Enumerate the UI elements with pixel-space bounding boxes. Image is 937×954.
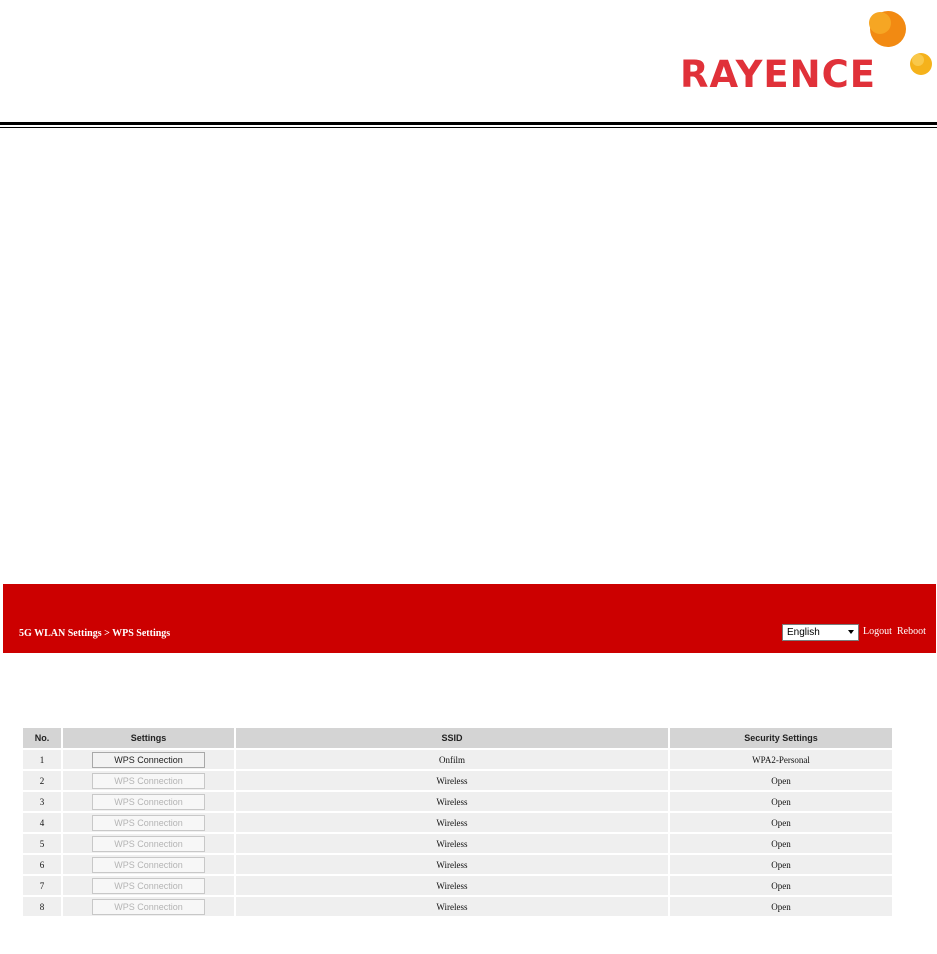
row-settings-cell: WPS Connection [63,876,234,895]
row-number: 3 [23,792,61,811]
table-row: 5 WPS Connection Wireless Open [23,834,892,853]
table-row: 2 WPS Connection Wireless Open [23,771,892,790]
row-security: Open [670,792,892,811]
column-header-ssid: SSID [236,728,668,748]
row-security: WPA2-Personal [670,750,892,769]
row-security: Open [670,771,892,790]
row-number: 2 [23,771,61,790]
row-ssid: Wireless [236,834,668,853]
row-settings-cell: WPS Connection [63,897,234,916]
row-security: Open [670,834,892,853]
wps-connection-button: WPS Connection [92,856,205,873]
wps-connection-button: WPS Connection [92,898,205,915]
table-row: 3 WPS Connection Wireless Open [23,792,892,811]
row-settings-cell: WPS Connection [63,834,234,853]
table-row: 6 WPS Connection Wireless Open [23,855,892,874]
row-ssid: Wireless [236,876,668,895]
row-number: 8 [23,897,61,916]
wps-connection-button: WPS Connection [92,772,205,789]
table-row: 4 WPS Connection Wireless Open [23,813,892,832]
row-number: 7 [23,876,61,895]
row-security: Open [670,855,892,874]
wps-connection-button[interactable]: WPS Connection [92,751,205,768]
table-row: 7 WPS Connection Wireless Open [23,876,892,895]
row-settings-cell: WPS Connection [63,792,234,811]
row-ssid: Wireless [236,813,668,832]
row-security: Open [670,876,892,895]
row-ssid: Wireless [236,897,668,916]
row-security: Open [670,897,892,916]
row-settings-cell: WPS Connection [63,855,234,874]
header-divider [0,122,937,125]
language-select-value: English [787,627,820,638]
column-header-security: Security Settings [670,728,892,748]
column-header-settings: Settings [63,728,234,748]
wps-table: No. Settings SSID Security Settings 1 WPS… [21,726,894,918]
row-ssid: Wireless [236,792,668,811]
row-ssid: Onfilm [236,750,668,769]
row-ssid: Wireless [236,855,668,874]
reboot-link[interactable]: Reboot [897,626,926,637]
column-header-no: No. [23,728,61,748]
top-banner: 5G WLAN Settings > WPS Settings English … [3,584,936,653]
table-row: 1 WPS Connection Onfilm WPA2-Personal [23,750,892,769]
row-security: Open [670,813,892,832]
row-number: 4 [23,813,61,832]
row-ssid: Wireless [236,771,668,790]
logo-text: RAYENCE [680,53,877,96]
chevron-down-icon [848,630,854,634]
row-settings-cell: WPS Connection [63,750,234,769]
wps-connection-button: WPS Connection [92,835,205,852]
rayence-logo: RAYENCE [676,6,932,96]
row-settings-cell: WPS Connection [63,813,234,832]
wps-connection-button: WPS Connection [92,793,205,810]
row-number: 5 [23,834,61,853]
table-row: 8 WPS Connection Wireless Open [23,897,892,916]
table-header-row: No. Settings SSID Security Settings [23,728,892,748]
wps-connection-button: WPS Connection [92,877,205,894]
header-divider-thin [0,127,937,128]
breadcrumb: 5G WLAN Settings > WPS Settings [19,628,171,639]
language-select[interactable]: English [782,624,859,641]
row-number: 6 [23,855,61,874]
row-settings-cell: WPS Connection [63,771,234,790]
row-number: 1 [23,750,61,769]
logout-link[interactable]: Logout [863,626,892,637]
wps-connection-button: WPS Connection [92,814,205,831]
